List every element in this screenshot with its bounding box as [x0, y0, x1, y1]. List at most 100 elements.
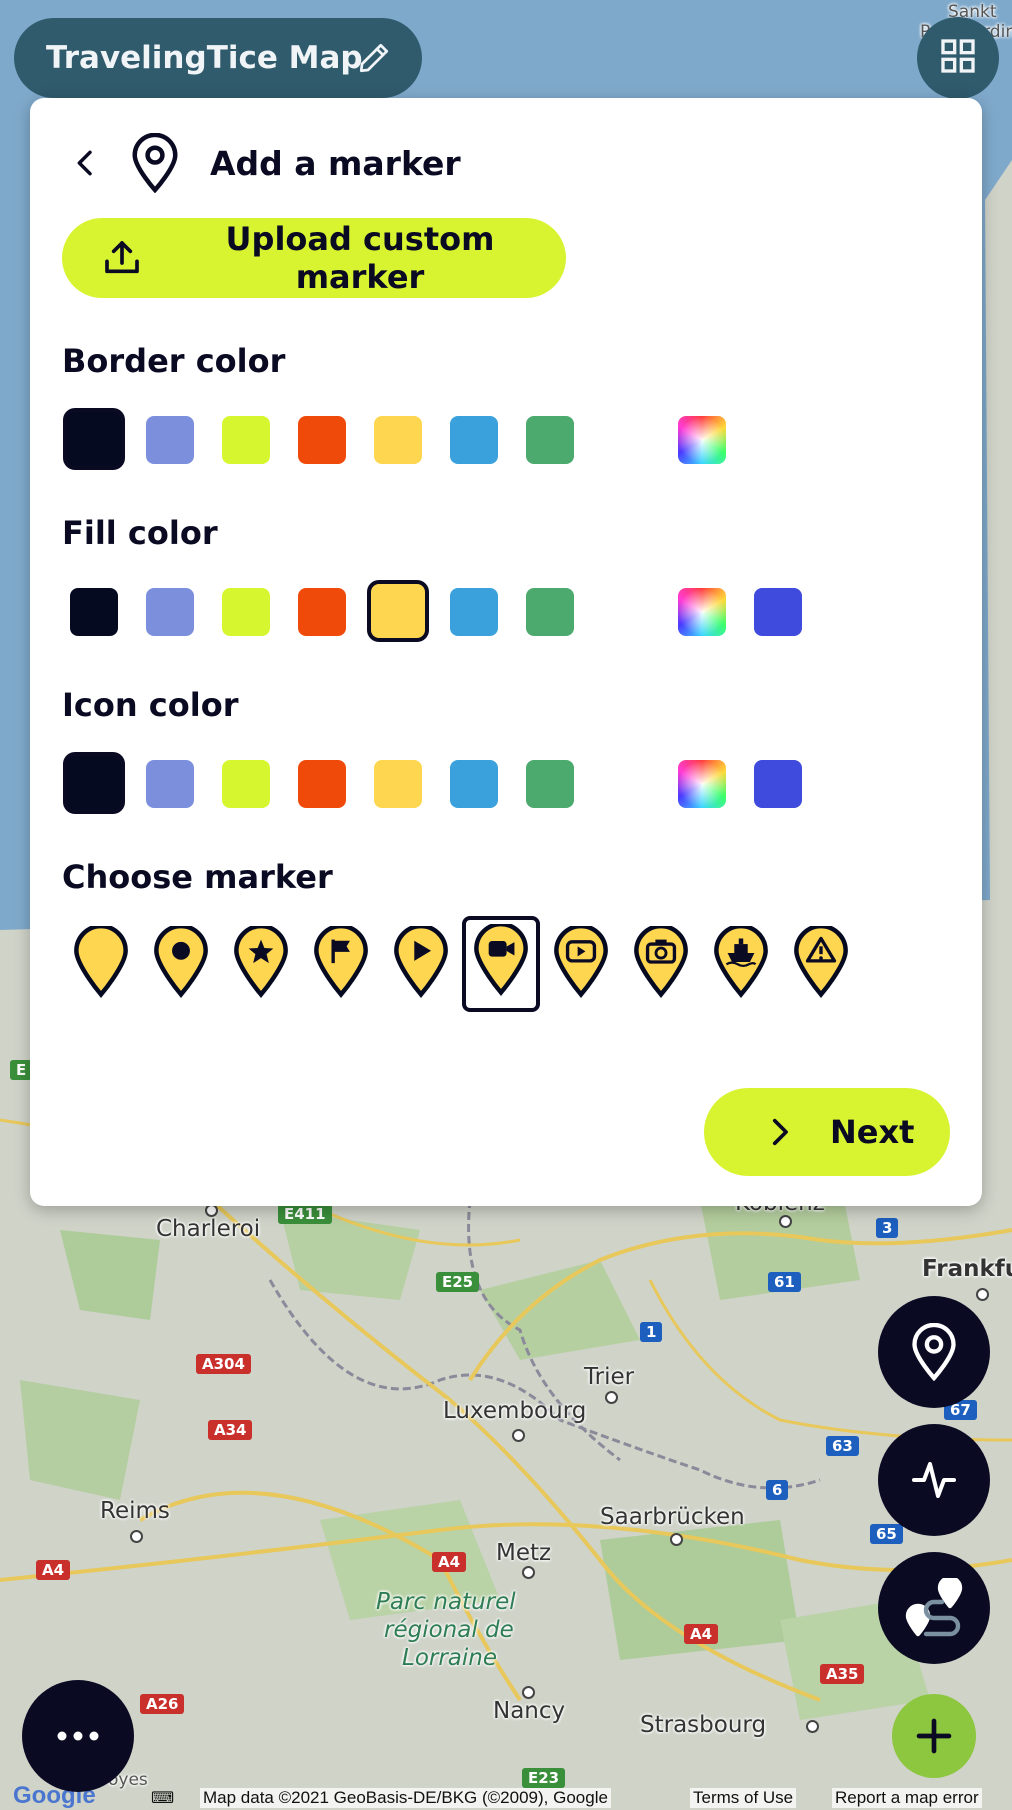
fill-color-custom-swatch[interactable]: [754, 588, 802, 636]
border-color-swatches: [62, 408, 862, 472]
activity-button[interactable]: [878, 1424, 990, 1536]
map-label-nancy: Nancy: [493, 1698, 566, 1724]
road-shield: A35: [820, 1664, 865, 1684]
more-dots-icon: [56, 1730, 100, 1742]
marker-option-video-camera[interactable]: [462, 916, 540, 1012]
marker-option-camera[interactable]: [626, 920, 696, 1010]
chevron-left-icon[interactable]: [70, 147, 102, 179]
icon-color-swatch[interactable]: [63, 752, 125, 814]
fill-color-swatch[interactable]: [70, 588, 118, 636]
next-button[interactable]: Next: [704, 1088, 950, 1176]
marker-options: [62, 916, 912, 1016]
video-camera-marker-icon: [474, 924, 528, 996]
icon-color-swatch[interactable]: [526, 760, 574, 808]
city-dot: [806, 1720, 819, 1733]
fill-color-swatch[interactable]: [367, 580, 429, 642]
fill-color-title: Fill color: [62, 514, 218, 552]
map-label-frankfurt: Frankfu: [922, 1256, 1012, 1282]
icon-color-swatch[interactable]: [298, 760, 346, 808]
icon-color-swatch[interactable]: [374, 760, 422, 808]
ship-marker-icon: [714, 926, 768, 998]
border-color-swatch[interactable]: [298, 416, 346, 464]
border-color-title: Border color: [62, 342, 286, 380]
location-button[interactable]: [878, 1296, 990, 1408]
upload-custom-marker-button[interactable]: Upload custom marker: [62, 218, 566, 298]
terms-of-use-link[interactable]: Terms of Use: [690, 1788, 797, 1808]
plain-marker-icon: [74, 926, 128, 998]
icon-color-swatch[interactable]: [146, 760, 194, 808]
report-map-error-link[interactable]: Report a map error: [832, 1788, 982, 1808]
map-pin-icon: [128, 133, 182, 193]
upload-icon: [102, 238, 142, 278]
city-dot: [670, 1533, 683, 1546]
camera-marker-icon: [634, 926, 688, 998]
add-marker-panel: Add a marker Upload custom marker Border…: [30, 98, 982, 1206]
fill-color-swatch[interactable]: [146, 588, 194, 636]
road-shield: A4: [36, 1560, 71, 1580]
marker-option-warning[interactable]: [786, 920, 856, 1010]
marker-option-plain[interactable]: [66, 920, 136, 1010]
marker-option-youtube[interactable]: [546, 920, 616, 1010]
youtube-marker-icon: [554, 926, 608, 998]
map-label-strasbourg: Strasbourg: [640, 1712, 767, 1738]
icon-color-swatches: [62, 752, 862, 816]
fill-color-swatch[interactable]: [526, 588, 574, 636]
border-color-swatch[interactable]: [63, 408, 125, 470]
panel-title: Add a marker: [210, 143, 461, 183]
border-color-swatch[interactable]: [222, 416, 270, 464]
road-shield: A4: [432, 1552, 467, 1572]
dot-marker-icon: [154, 926, 208, 998]
icon-color-custom-swatch[interactable]: [754, 760, 802, 808]
fill-color-swatch[interactable]: [298, 588, 346, 636]
warning-marker-icon: [794, 926, 848, 998]
road-shield: 3: [876, 1218, 899, 1238]
map-label-saarbrucken: Saarbrücken: [600, 1504, 745, 1530]
route-button[interactable]: [878, 1552, 990, 1664]
more-menu-button[interactable]: [22, 1680, 134, 1792]
keyboard-icon[interactable]: ⌨: [148, 1788, 177, 1808]
border-color-swatch[interactable]: [450, 416, 498, 464]
map-label-metz: Metz: [496, 1540, 552, 1566]
marker-option-play[interactable]: [386, 920, 456, 1010]
upload-custom-marker-label: Upload custom marker: [225, 220, 495, 296]
fill-color-custom-color-picker[interactable]: [678, 588, 726, 636]
fill-color-swatch[interactable]: [222, 588, 270, 636]
route-icon: [902, 1578, 966, 1638]
border-color-swatch[interactable]: [146, 416, 194, 464]
fill-color-swatch[interactable]: [450, 588, 498, 636]
icon-color-swatch[interactable]: [222, 760, 270, 808]
map-data-attribution: Map data ©2021 GeoBasis-DE/BKG (©2009), …: [200, 1788, 611, 1808]
icon-color-custom-color-picker[interactable]: [678, 760, 726, 808]
border-color-swatch[interactable]: [374, 416, 422, 464]
border-color-custom-color-picker[interactable]: [678, 416, 726, 464]
icon-color-title: Icon color: [62, 686, 239, 724]
marker-option-ship[interactable]: [706, 920, 776, 1010]
grid-icon: [938, 36, 978, 80]
pencil-icon[interactable]: [356, 40, 392, 84]
map-label-luxembourg: Luxembourg: [443, 1398, 587, 1424]
marker-option-flag[interactable]: [306, 920, 376, 1010]
map-label-trier: Trier: [584, 1364, 635, 1390]
city-dot: [130, 1530, 143, 1543]
marker-option-star[interactable]: [226, 920, 296, 1010]
grid-menu-button[interactable]: [917, 17, 999, 99]
road-shield: 63: [826, 1436, 859, 1456]
next-label: Next: [830, 1113, 915, 1151]
road-shield: 6: [766, 1480, 789, 1500]
road-shield: 65: [870, 1524, 903, 1544]
play-marker-icon: [394, 926, 448, 998]
location-pin-icon: [908, 1323, 960, 1381]
map-title: TravelingTice Map: [46, 40, 363, 76]
icon-color-swatch[interactable]: [450, 760, 498, 808]
road-shield: E: [10, 1060, 33, 1080]
add-button[interactable]: [892, 1694, 976, 1778]
flag-marker-icon: [314, 926, 368, 998]
map-title-pill[interactable]: TravelingTice Map: [14, 18, 422, 98]
city-dot: [522, 1566, 535, 1579]
road-shield: E411: [278, 1204, 332, 1224]
marker-option-dot[interactable]: [146, 920, 216, 1010]
border-color-swatch[interactable]: [526, 416, 574, 464]
map-attribution-bar: Google ⌨ Map data ©2021 GeoBasis-DE/BKG …: [0, 1782, 1012, 1810]
road-shield: 1: [640, 1322, 663, 1342]
fill-color-swatches: [62, 580, 862, 644]
